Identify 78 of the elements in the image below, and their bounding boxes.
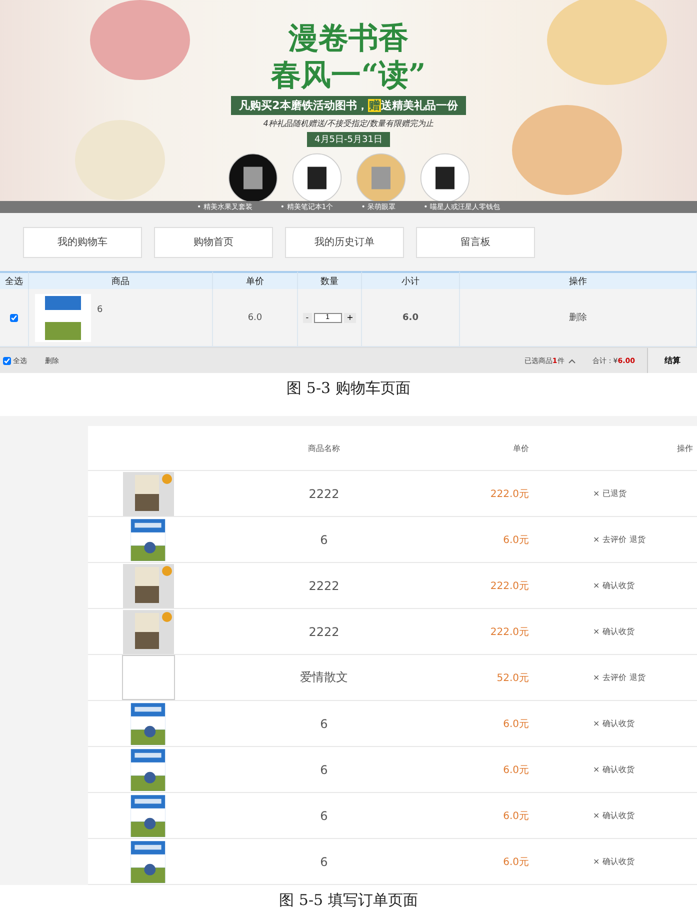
nav-button[interactable]: 我的购物车 bbox=[23, 226, 142, 258]
product-name: 6 bbox=[320, 762, 328, 776]
banner-title: 漫卷书香 bbox=[288, 22, 408, 56]
product-name: 6 bbox=[320, 532, 328, 546]
unit-price: 6.0元 bbox=[503, 856, 529, 868]
unit-price: 222.0元 bbox=[490, 626, 529, 638]
unit-price: 6.0元 bbox=[503, 764, 529, 776]
column-header: 操作 bbox=[677, 442, 693, 454]
book-cover-drawing bbox=[129, 748, 167, 792]
column-header: 单价 bbox=[513, 442, 529, 454]
column-header: 商品名称 bbox=[308, 442, 340, 454]
unit-price: 6.0元 bbox=[503, 534, 529, 546]
nav-button[interactable]: 留言板 bbox=[416, 226, 535, 258]
product-name: 6 bbox=[97, 305, 103, 315]
product-name: 6 bbox=[320, 808, 328, 822]
nav-button[interactable]: 我的历史订单 bbox=[285, 226, 404, 258]
decrease-button[interactable]: - bbox=[302, 312, 312, 322]
product-name: 2222 bbox=[308, 624, 340, 638]
rules-text: 4种礼品随机赠送/不接受指定/数量有限赠完为止 bbox=[263, 118, 434, 129]
close-icon[interactable]: × bbox=[593, 581, 600, 590]
column-header: 小计 bbox=[362, 271, 460, 289]
action-link[interactable]: 确认收货 bbox=[602, 718, 635, 729]
close-icon[interactable]: × bbox=[593, 811, 600, 820]
nav-button[interactable]: 购物首页 bbox=[154, 226, 273, 258]
unit-price: 6.0元 bbox=[503, 810, 529, 822]
book-cover-drawing bbox=[129, 702, 167, 746]
close-icon[interactable]: × bbox=[593, 765, 600, 774]
broken-image-icon bbox=[122, 655, 174, 700]
product-name: 爱情散文 bbox=[300, 669, 348, 686]
action-link[interactable]: 确认收货 bbox=[602, 580, 635, 591]
action-link[interactable]: 确认收货 bbox=[602, 810, 635, 821]
product-name: 6 bbox=[320, 716, 328, 730]
action-link[interactable]: 确认收货 bbox=[602, 856, 635, 867]
action-link[interactable]: 确认收货 bbox=[602, 626, 635, 637]
book-cover-drawing bbox=[129, 794, 167, 838]
column-header: 单价 bbox=[213, 271, 298, 289]
close-icon[interactable]: × bbox=[593, 535, 600, 544]
banner-title: 春风一“读” bbox=[271, 59, 426, 93]
figure-caption: 图 5-3 购物车页面 bbox=[286, 379, 410, 398]
action-link[interactable]: 确认收货 bbox=[602, 764, 635, 775]
column-header: 数量 bbox=[298, 271, 362, 289]
unit-price: 52.0元 bbox=[496, 672, 529, 684]
product-name: 2222 bbox=[308, 486, 340, 500]
close-icon[interactable]: × bbox=[593, 857, 600, 866]
action-link[interactable]: 退货 bbox=[630, 672, 646, 683]
close-icon[interactable]: × bbox=[593, 673, 600, 682]
unit-price: 6.0 bbox=[248, 312, 262, 322]
increase-button[interactable]: + bbox=[344, 312, 356, 322]
gift-photo-placeholder bbox=[292, 153, 342, 203]
close-icon[interactable]: × bbox=[593, 627, 600, 636]
column-header: 全选 bbox=[0, 271, 29, 289]
close-icon[interactable]: × bbox=[593, 719, 600, 728]
book-cover-drawing bbox=[129, 518, 167, 562]
checkout-button[interactable]: 结算 bbox=[647, 348, 697, 373]
subtotal: 6.0 bbox=[402, 312, 418, 322]
unit-price: 222.0元 bbox=[490, 580, 529, 592]
gift-photo-placeholder bbox=[356, 153, 406, 203]
gift-photo-placeholder bbox=[420, 153, 470, 203]
close-icon[interactable]: × bbox=[593, 489, 600, 498]
column-header: 操作 bbox=[460, 271, 697, 289]
action-link[interactable]: 去评价 bbox=[602, 534, 627, 545]
product-name: 6 bbox=[320, 854, 328, 868]
delete-link[interactable]: 删除 bbox=[569, 311, 587, 324]
row-checkbox[interactable] bbox=[10, 314, 18, 322]
date-range: 4月5日-5月31日 bbox=[306, 132, 390, 147]
action-link[interactable]: 去评价 bbox=[602, 672, 627, 683]
product-name: 2222 bbox=[308, 578, 340, 592]
column-header: 商品 bbox=[29, 271, 213, 289]
select-all-checkbox[interactable] bbox=[3, 356, 11, 364]
unit-price: 6.0元 bbox=[503, 718, 529, 730]
action-link[interactable]: 退货 bbox=[630, 534, 646, 545]
gift-photo-placeholder bbox=[228, 153, 278, 203]
unit-price: 222.0元 bbox=[490, 488, 529, 500]
chevron-up-icon[interactable] bbox=[568, 358, 576, 364]
figure-caption: 图 5-5 填写订单页面 bbox=[279, 891, 418, 910]
action-link[interactable]: 已退货 bbox=[602, 488, 627, 499]
book-cover-drawing bbox=[35, 294, 91, 342]
offer-text: 凡购买2本磨铁活动图书，赠送精美礼品一份 bbox=[231, 96, 466, 115]
